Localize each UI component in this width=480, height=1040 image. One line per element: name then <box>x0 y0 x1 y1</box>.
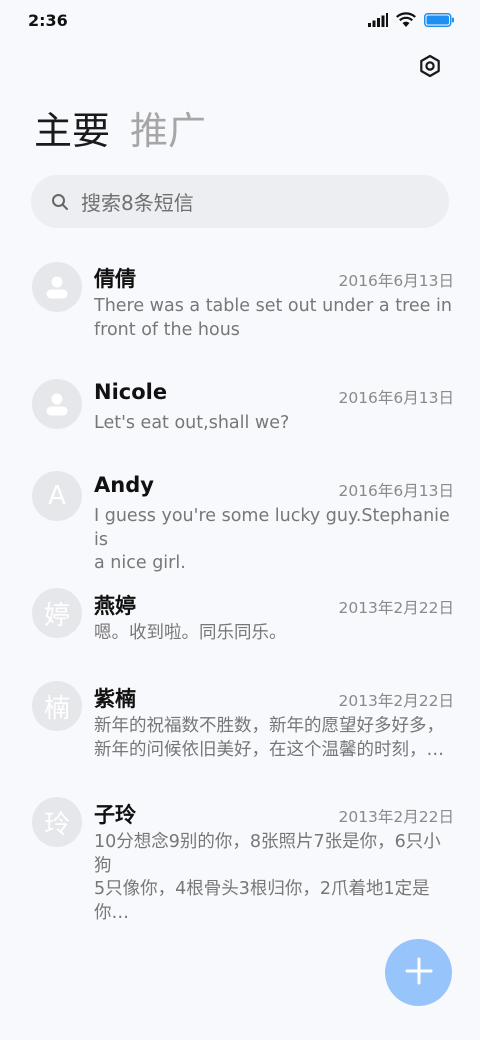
battery-icon <box>424 12 454 31</box>
message-preview: 新年的祝福数不胜数，新年的愿望好多好多， 新年的问候依旧美好，在这个温馨的时刻，… <box>94 715 458 762</box>
preview-line: 新年的祝福数不胜数，新年的愿望好多好多， <box>94 716 444 736</box>
preview-line: Let's eat out,shall we? <box>94 413 290 433</box>
plus-icon <box>404 956 434 990</box>
message-preview: Let's eat out,shall we? <box>94 412 458 436</box>
message-preview: 10分想念9别的你，8张照片7张是你，6只小狗 5只像你，4根骨头3根归你，2爪… <box>94 831 458 925</box>
message-date: 2016年6月13日 <box>338 482 454 500</box>
status-bar: 2:36 <box>0 0 480 40</box>
preview-line: 5只像你，4根骨头3根归你，2爪着地1定是你… <box>94 879 430 923</box>
message-preview: There was a table set out under a tree i… <box>94 295 458 342</box>
contact-name: Andy <box>94 473 154 497</box>
search-input[interactable]: 搜索8条短信 <box>31 175 449 228</box>
avatar <box>32 379 82 429</box>
settings-button[interactable] <box>416 54 444 82</box>
search-icon <box>51 193 69 211</box>
preview-line: I guess you're some lucky guy.Stephanie … <box>94 506 450 550</box>
preview-line: a nice girl. <box>94 553 186 573</box>
compose-button[interactable] <box>385 939 452 1006</box>
tab-promotions[interactable]: 推广 <box>130 106 206 156</box>
person-icon <box>46 393 68 416</box>
status-time: 2:36 <box>28 11 68 30</box>
tab-primary[interactable]: 主要 <box>34 106 110 156</box>
preview-line: front of the hous <box>94 319 240 340</box>
person-icon <box>46 276 68 299</box>
contact-name: 燕婷 <box>94 594 136 618</box>
message-preview: I guess you're some lucky guy.Stephanie … <box>94 505 458 576</box>
avatar: 楠 <box>32 681 82 731</box>
message-date: 2013年2月22日 <box>338 692 454 710</box>
tab-bar: 主要 推广 <box>34 106 206 156</box>
preview-line: 嗯。收到啦。同乐同乐。 <box>94 623 287 643</box>
message-date: 2016年6月13日 <box>338 389 454 407</box>
signal-icon <box>368 12 388 31</box>
contact-name: 倩倩 <box>94 267 136 291</box>
message-date: 2013年2月22日 <box>338 599 454 617</box>
contact-name: 子玲 <box>94 803 136 827</box>
status-icons <box>368 11 454 31</box>
preview-line: There was a table set out under a tree i… <box>94 296 452 316</box>
message-date: 2016年6月13日 <box>338 272 454 290</box>
message-date: 2013年2月22日 <box>338 808 454 826</box>
message-preview: 嗯。收到啦。同乐同乐。 <box>94 622 458 646</box>
settings-icon <box>418 54 442 82</box>
contact-name: 紫楠 <box>94 687 136 711</box>
avatar <box>32 262 82 312</box>
avatar: 婷 <box>32 588 82 638</box>
avatar: A <box>32 471 82 521</box>
avatar: 玲 <box>32 797 82 847</box>
preview-line: 10分想念9别的你，8张照片7张是你，6只小狗 <box>94 832 441 876</box>
wifi-icon <box>396 11 416 31</box>
contact-name: Nicole <box>94 380 168 404</box>
search-placeholder: 搜索8条短信 <box>81 191 194 215</box>
preview-line: 新年的问候依旧美好，在这个温馨的时刻，… <box>94 739 444 760</box>
